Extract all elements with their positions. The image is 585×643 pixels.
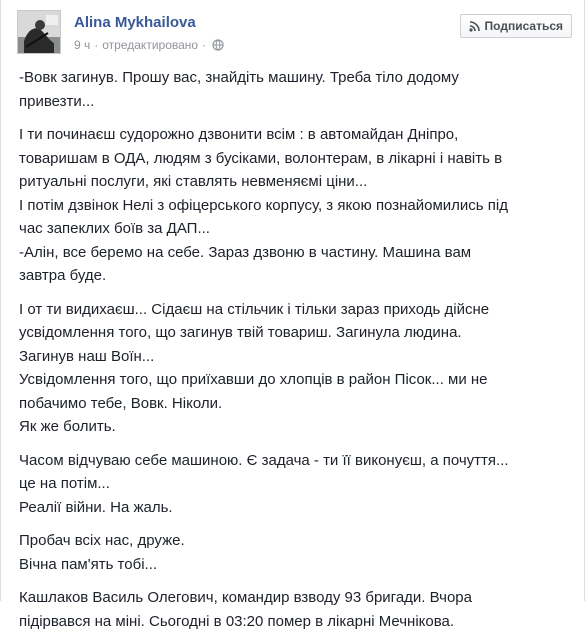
post-line: підірвався на міні. Сьогодні в 03:20 пом…: [19, 612, 455, 630]
post-line: завтра буде.: [19, 267, 107, 284]
post-line: час запеклих боїв за ДАП...: [19, 220, 210, 237]
post-line: привезти...: [19, 92, 95, 110]
post-line: І потім дзвінок Нелі з офіцерського корп…: [19, 196, 508, 214]
facebook-post: Alina Mykhailova 9 ч · отредактировано ·: [0, 0, 585, 630]
post-paragraph-3: І от ти видихаєш... Сідаєш на стільчик і…: [19, 298, 571, 439]
post-line: це на потім...: [19, 475, 110, 492]
post-line: Кашлаков Василь Олегович, командир взвод…: [19, 589, 472, 606]
post-line: усвідомлення того, що загинув твій товар…: [19, 324, 462, 341]
avatar-image: [18, 11, 60, 53]
post-line: -Алін, все беремо на себе. Зараз дзвоню …: [19, 243, 472, 261]
rss-icon: [468, 20, 480, 32]
follow-button-label: Подписаться: [484, 19, 563, 33]
post-line: Усвідомлення того, що приїхавши до хлопц…: [19, 371, 488, 388]
meta-separator: ·: [94, 38, 99, 52]
post-header: Alina Mykhailova 9 ч · отредактировано ·: [17, 10, 572, 56]
post-line: Вічна пам'ять тобі...: [19, 555, 158, 573]
post-meta: 9 ч · отредактировано ·: [74, 38, 224, 52]
meta-separator-2: ·: [202, 38, 207, 52]
post-paragraph-1: -Вовк загинув. Прошу вас, знайдіть машин…: [19, 66, 571, 113]
follow-button[interactable]: Подписаться: [459, 14, 572, 38]
post-line: Реалії війни. На жаль.: [19, 498, 173, 516]
post-line: Часом відчуваю себе машиною. Є задача - …: [19, 451, 509, 469]
post-line: побачимо тебе, Вовк. Ніколи.: [19, 394, 223, 412]
post-line: -Вовк загинув. Прошу вас, знайдіть машин…: [19, 69, 459, 86]
post-paragraph-5: Пробач всіх нас, друже. Вічна пам'ять то…: [19, 529, 571, 576]
post-line: Загинув наш Воїн...: [19, 347, 155, 365]
avatar[interactable]: [17, 10, 61, 54]
post-line: товаришам в ОДА, людям з бусіками, волон…: [19, 149, 503, 167]
post-time-link[interactable]: 9 ч: [74, 38, 90, 52]
post-paragraph-6: Кашлаков Василь Олегович, командир взвод…: [19, 586, 571, 633]
post-body: -Вовк загинув. Прошу вас, знайдіть машин…: [19, 66, 571, 643]
edited-label[interactable]: отредактировано: [102, 38, 198, 52]
post-line: Пробач всіх нас, друже.: [19, 532, 185, 549]
post-paragraph-2: І ти починаєш судорожно дзвонити всім : …: [19, 123, 571, 288]
post-line: Як же болить.: [19, 418, 116, 435]
post-line: І ти починаєш судорожно дзвонити всім : …: [19, 126, 459, 143]
globe-icon[interactable]: [212, 39, 224, 51]
post-line: ритуальні послуги, які ставлять невменяє…: [19, 173, 368, 190]
post-paragraph-4: Часом відчуваю себе машиною. Є задача - …: [19, 449, 571, 520]
author-name-link[interactable]: Alina Mykhailova: [74, 14, 196, 31]
post-line: І от ти видихаєш... Сідаєш на стільчик і…: [19, 300, 490, 318]
